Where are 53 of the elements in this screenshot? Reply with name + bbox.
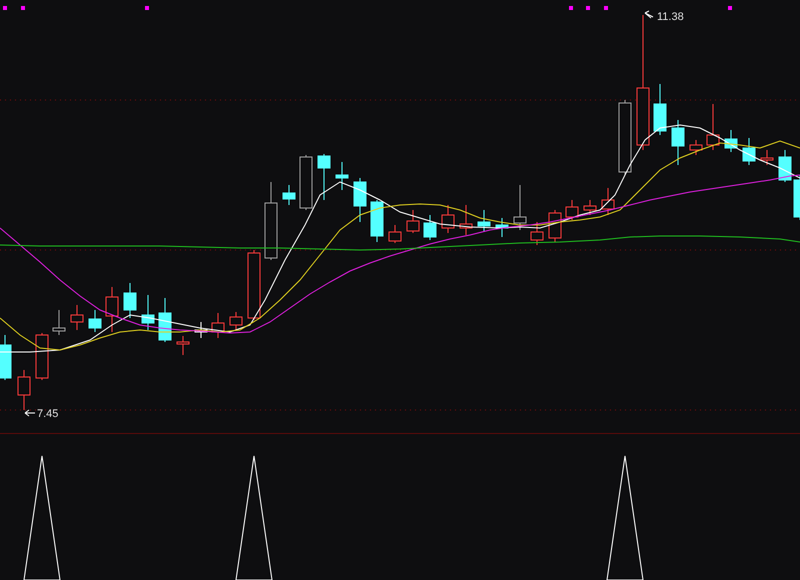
arrow-icon (644, 10, 654, 18)
candlestick (690, 140, 702, 156)
candlestick (548, 210, 562, 242)
candlestick (584, 200, 596, 216)
candlestick (778, 150, 792, 182)
candlestick (760, 150, 774, 166)
candlestick (106, 286, 118, 332)
candlestick (442, 204, 454, 234)
candlestick (0, 334, 12, 380)
candlestick (460, 204, 472, 236)
candlestick (282, 184, 296, 206)
candlestick (88, 310, 102, 332)
candlestick (354, 178, 366, 222)
signal-marker (21, 6, 25, 10)
signal-marker (3, 6, 7, 10)
candlestick (566, 200, 578, 220)
signal-marker (569, 6, 573, 10)
candlestick (388, 224, 402, 244)
candlestick (336, 162, 348, 190)
signal-marker (604, 6, 608, 10)
candlestick (176, 336, 190, 356)
candlestick (654, 84, 666, 136)
candlestick (70, 304, 84, 330)
candlestick (248, 250, 260, 320)
candlestick (36, 332, 48, 380)
candlestick (724, 130, 738, 152)
candlestick (158, 298, 172, 342)
candlestick (742, 138, 756, 166)
candlestick (496, 218, 508, 238)
candlestick (514, 184, 526, 230)
signal-marker (728, 6, 732, 10)
candlestick (142, 294, 154, 330)
candlestick (318, 154, 330, 200)
candlestick (370, 200, 384, 242)
candlestick (300, 154, 312, 210)
signal-marker (145, 6, 149, 10)
candlestick (18, 370, 30, 410)
candlestick (672, 120, 684, 166)
candlestick (602, 188, 614, 216)
candlestick (478, 210, 490, 232)
low-price-label: 7.45 (37, 408, 58, 420)
arrow-icon (24, 410, 36, 416)
signal-marker (586, 6, 590, 10)
candlestick (194, 322, 208, 338)
candlestick (424, 214, 436, 240)
candlestick (706, 104, 720, 150)
candlestick (530, 222, 544, 246)
candlestick (212, 312, 224, 338)
candlestick (406, 210, 420, 234)
candlestick (230, 312, 242, 330)
candlestick (52, 310, 66, 336)
candlestick (124, 282, 136, 318)
high-price-label: 11.38 (657, 11, 684, 23)
